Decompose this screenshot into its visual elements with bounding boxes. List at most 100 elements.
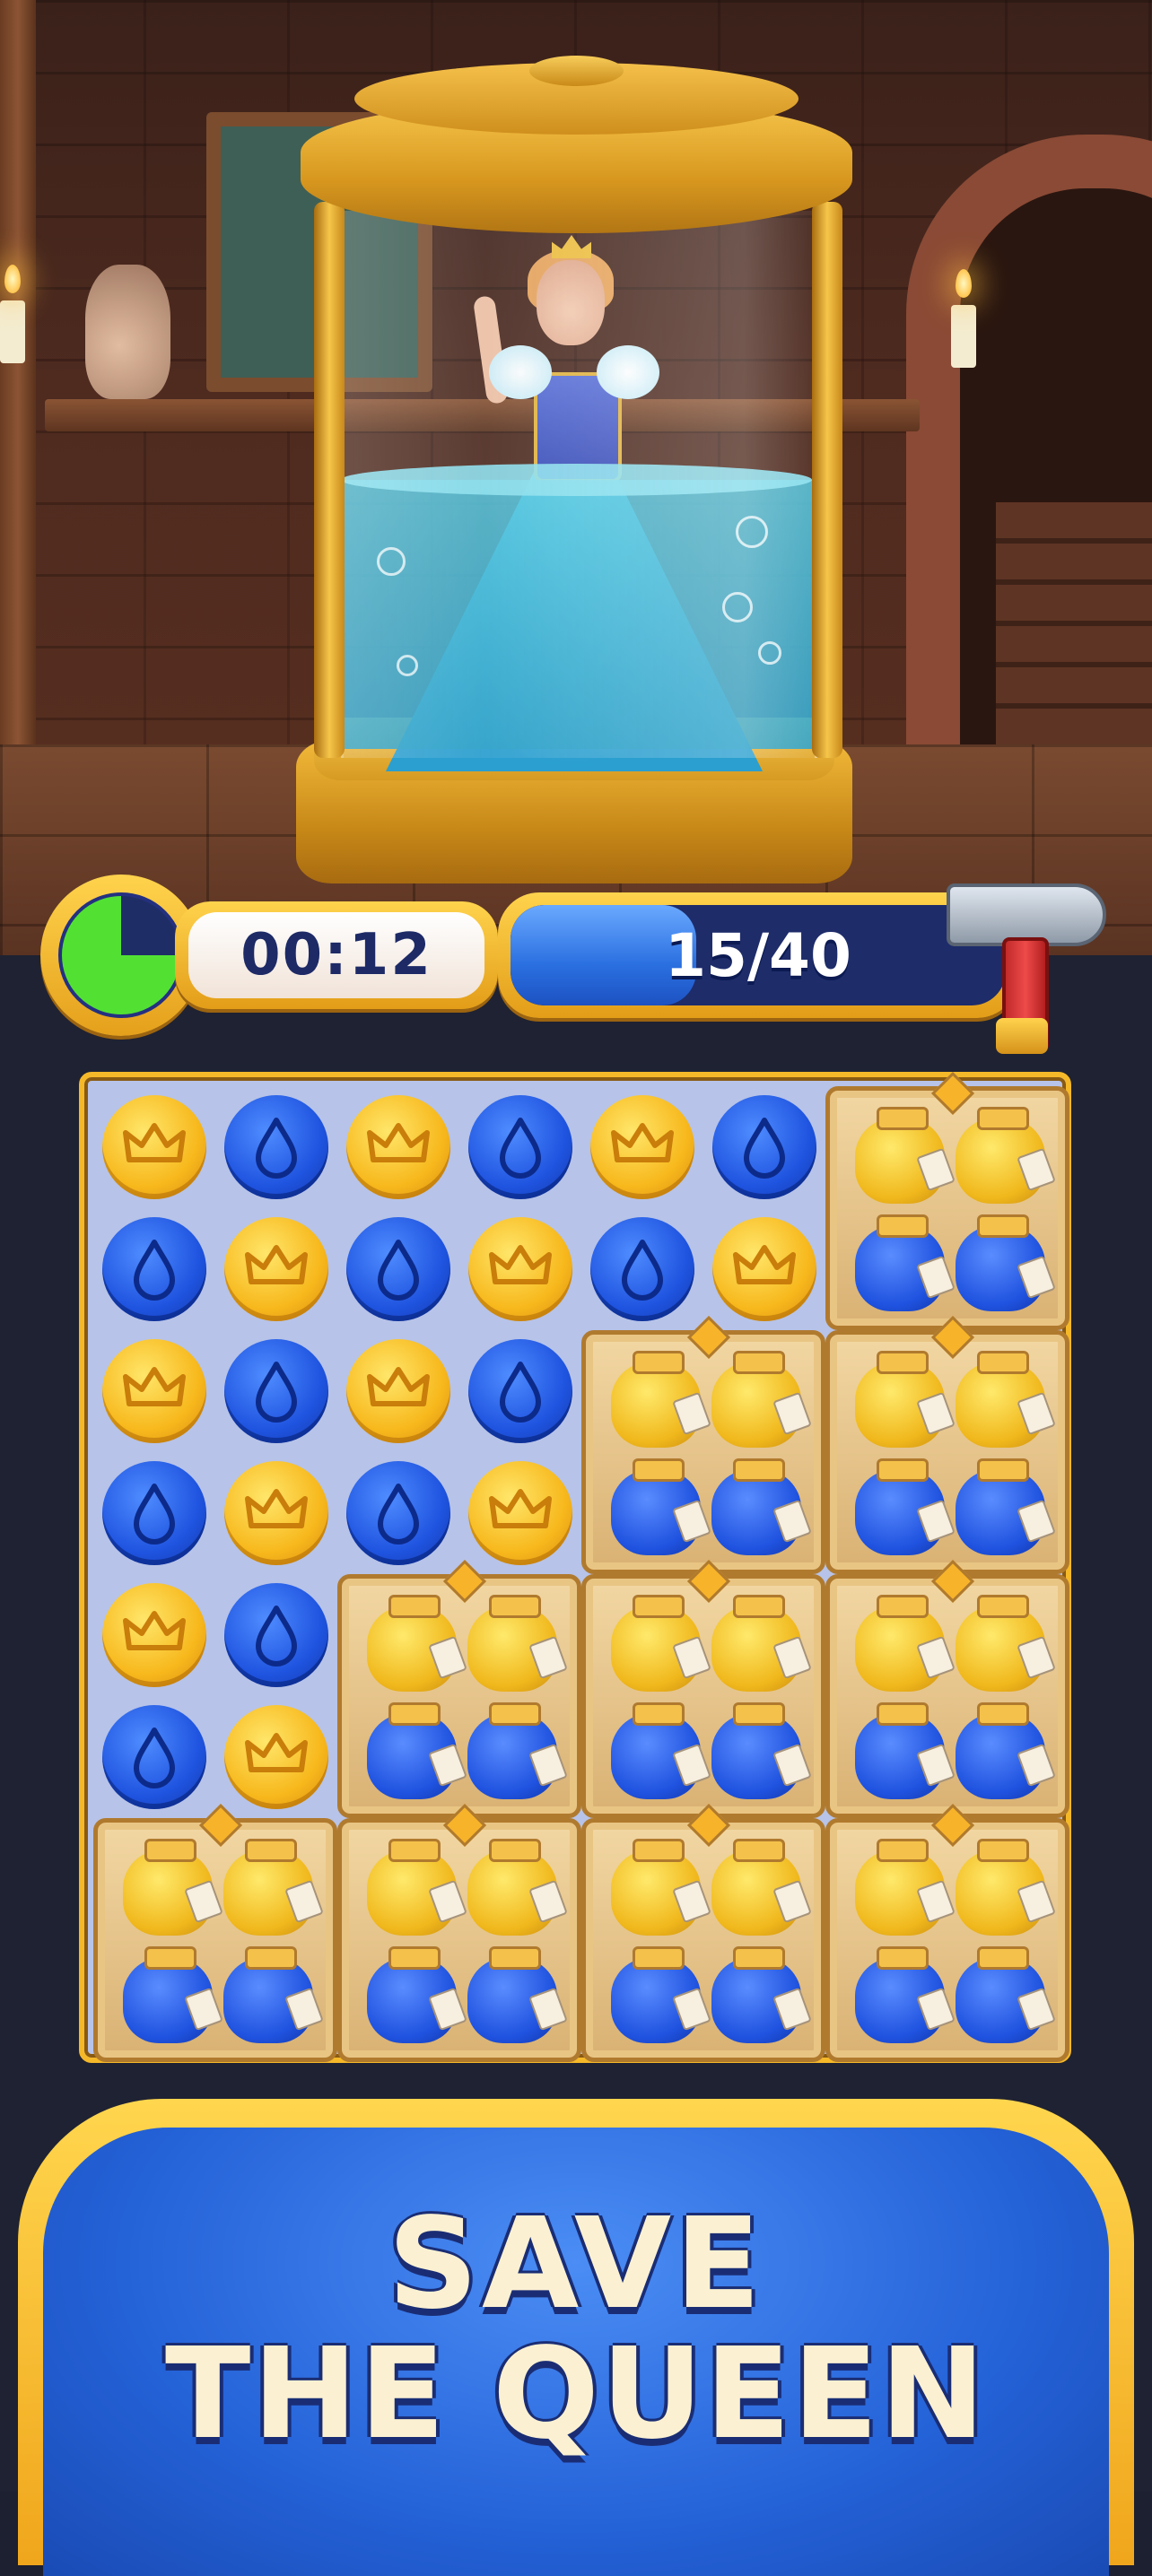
board-cell[interactable] [459, 1452, 581, 1574]
pot-lid [733, 1351, 785, 1374]
blue-drop-piece[interactable] [224, 1583, 328, 1687]
water-drop-icon [256, 1362, 297, 1423]
board-cell[interactable] [215, 1086, 337, 1208]
gold-crown-piece[interactable] [224, 1705, 328, 1809]
board-cell[interactable] [581, 1086, 703, 1208]
pot-lid [977, 1946, 1029, 1970]
board-cell[interactable] [93, 1696, 215, 1818]
honey-jar-crate[interactable] [93, 1803, 337, 2062]
blue-drop-piece[interactable] [102, 1217, 206, 1321]
pot-lid [877, 1351, 929, 1374]
tube-pillar [812, 202, 842, 758]
blue-drop-piece[interactable] [590, 1217, 694, 1321]
water-drop-icon [134, 1240, 175, 1301]
board-cell[interactable] [337, 1208, 459, 1330]
honey-jar-crate[interactable] [825, 1071, 1069, 1330]
honey-jar-crate[interactable] [581, 1803, 825, 2062]
board-cell[interactable] [337, 1086, 459, 1208]
pot-tag [1017, 1987, 1056, 2032]
honey-jar-crate[interactable] [337, 1803, 581, 2062]
pot-tag [772, 1635, 812, 1680]
yellow-pot-icon [956, 1839, 1056, 1936]
pot-lid [489, 1702, 541, 1726]
pot-lid [633, 1946, 685, 1970]
blue-drop-piece[interactable] [346, 1461, 450, 1565]
pot-lid [977, 1214, 1029, 1238]
blue-drop-piece[interactable] [102, 1461, 206, 1565]
pot-lid [977, 1595, 1029, 1618]
board-cell[interactable] [215, 1208, 337, 1330]
honey-jar-crate[interactable] [825, 1803, 1069, 2062]
gold-crown-piece[interactable] [102, 1339, 206, 1443]
crown-icon [489, 1489, 552, 1528]
crown-icon [733, 1245, 796, 1284]
blue-drop-piece[interactable] [224, 1339, 328, 1443]
tube-knob [529, 56, 624, 86]
board-cell[interactable] [459, 1086, 581, 1208]
pot-tag [916, 1635, 956, 1680]
board-cell[interactable] [337, 1330, 459, 1452]
board-cell[interactable] [215, 1452, 337, 1574]
water-drop-icon [500, 1362, 541, 1423]
blue-drop-piece[interactable] [468, 1339, 572, 1443]
blue-pot-icon [367, 1702, 467, 1799]
blue-drop-piece[interactable] [102, 1705, 206, 1809]
board-cell[interactable] [93, 1574, 215, 1696]
gold-crown-piece[interactable] [224, 1217, 328, 1321]
board-cell[interactable] [215, 1696, 337, 1818]
hammer-icon[interactable] [947, 875, 1106, 1054]
pot-tag [428, 1743, 467, 1788]
pot-tag [1017, 1391, 1056, 1436]
candle-right [951, 305, 976, 368]
gold-crown-piece[interactable] [468, 1461, 572, 1565]
board-cell[interactable] [459, 1208, 581, 1330]
gold-crown-piece[interactable] [346, 1339, 450, 1443]
match-board[interactable] [79, 1071, 1071, 2063]
gold-crown-piece[interactable] [224, 1461, 328, 1565]
gold-crown-piece[interactable] [102, 1095, 206, 1199]
board-cell[interactable] [581, 1208, 703, 1330]
honey-jar-crate[interactable] [581, 1315, 825, 1574]
honey-jar-crate[interactable] [581, 1559, 825, 1818]
gold-crown-piece[interactable] [590, 1095, 694, 1199]
gold-crown-piece[interactable] [346, 1095, 450, 1199]
blue-drop-piece[interactable] [346, 1217, 450, 1321]
pot-tag [284, 1987, 324, 2032]
honey-jar-crate[interactable] [337, 1559, 581, 1818]
blue-pot-icon [123, 1946, 223, 2043]
pot-lid [733, 1839, 785, 1862]
pot-tag [184, 1879, 223, 1924]
board-cell[interactable] [337, 1452, 459, 1574]
pot-lid [144, 1946, 196, 1970]
yellow-pot-icon [367, 1595, 467, 1692]
crown-icon [489, 1245, 552, 1284]
yellow-pot-icon [223, 1839, 324, 1936]
yellow-pot-icon [711, 1595, 812, 1692]
pot-tag [772, 1879, 812, 1924]
board-cell[interactable] [215, 1330, 337, 1452]
pot-tag [1017, 1635, 1056, 1680]
board-cell[interactable] [93, 1086, 215, 1208]
blue-drop-piece[interactable] [712, 1095, 816, 1199]
water-drop-icon [378, 1240, 419, 1301]
board-cell[interactable] [93, 1330, 215, 1452]
water-drop-icon [622, 1240, 663, 1301]
board-cell[interactable] [93, 1208, 215, 1330]
honey-jar-crate[interactable] [825, 1315, 1069, 1574]
pot-lid [633, 1458, 685, 1482]
board-cell[interactable] [93, 1452, 215, 1574]
honey-jar-crate[interactable] [825, 1559, 1069, 1818]
board-cell[interactable] [215, 1574, 337, 1696]
glass-tube [341, 211, 817, 758]
blue-drop-piece[interactable] [468, 1095, 572, 1199]
gold-crown-piece[interactable] [712, 1217, 816, 1321]
pot-lid [633, 1595, 685, 1618]
gold-crown-piece[interactable] [102, 1583, 206, 1687]
board-cell[interactable] [703, 1086, 825, 1208]
blue-drop-piece[interactable] [224, 1095, 328, 1199]
blue-pot-icon [611, 1946, 711, 2043]
gold-crown-piece[interactable] [468, 1217, 572, 1321]
pot-lid [388, 1839, 441, 1862]
board-cell[interactable] [703, 1208, 825, 1330]
board-cell[interactable] [459, 1330, 581, 1452]
